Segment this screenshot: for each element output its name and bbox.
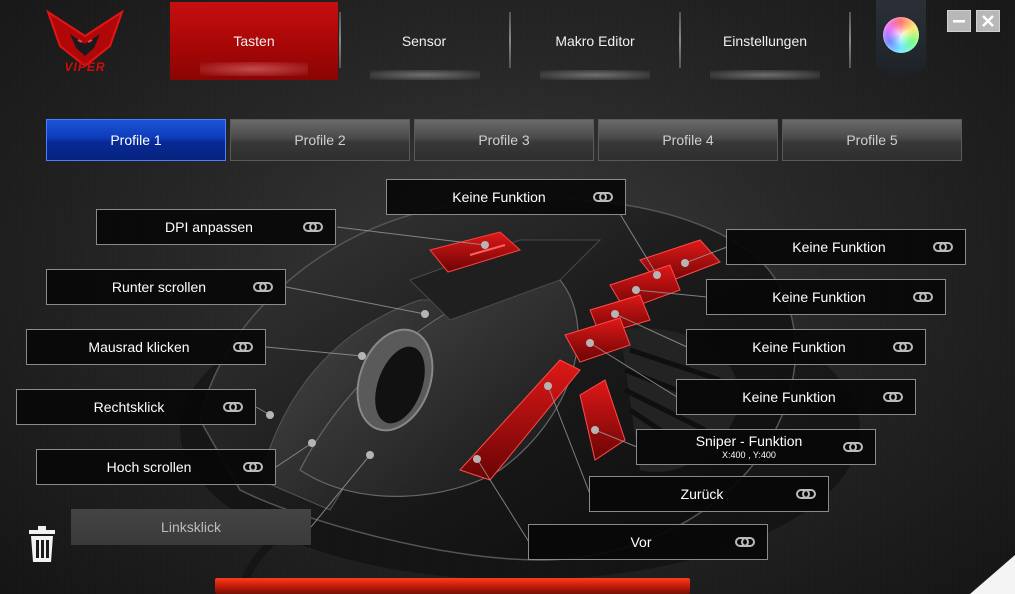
assignment-label: Linksklick: [161, 519, 221, 535]
button-sniper-assignment[interactable]: Sniper - Funktion X:400 , Y:400: [636, 429, 876, 465]
sniper-dpi-values: X:400 , Y:400: [722, 449, 776, 460]
assignment-label: Keine Funktion: [792, 238, 886, 255]
profile-label: Profile 3: [478, 132, 530, 148]
button-dpi-assignment[interactable]: DPI anpassen: [96, 209, 336, 245]
resize-corner[interactable]: [970, 555, 1015, 594]
assignment-label: Rechtsklick: [93, 398, 165, 415]
button-scroll-down-assignment[interactable]: Runter scrollen: [46, 269, 286, 305]
assignment-label: Zurück: [680, 485, 724, 502]
tab-glow: [540, 70, 650, 80]
link-icon: [253, 282, 273, 292]
button-side-1-assignment[interactable]: Keine Funktion: [726, 229, 966, 265]
tab-glow: [370, 70, 480, 80]
link-icon: [593, 192, 613, 202]
tab-label: Sensor: [401, 33, 447, 49]
sniper-label: Sniper - Funktion: [695, 432, 803, 449]
tab-label: Tasten: [233, 33, 275, 49]
button-wheel-click-assignment[interactable]: Mausrad klicken: [26, 329, 266, 365]
button-right-click-assignment[interactable]: Rechtsklick: [16, 389, 256, 425]
profile-label: Profile 5: [846, 132, 898, 148]
tab-glow: [710, 70, 820, 80]
tab-label: Makro Editor: [555, 33, 635, 49]
minimize-button[interactable]: [947, 10, 971, 32]
link-icon: [233, 342, 253, 352]
profile-label: Profile 4: [662, 132, 714, 148]
button-forward-assignment[interactable]: Vor: [528, 524, 768, 560]
tab-makro-editor[interactable]: Makro Editor: [511, 2, 679, 80]
button-side-3-assignment[interactable]: Keine Funktion: [686, 329, 926, 365]
close-icon: [982, 15, 994, 27]
button-side-4-assignment[interactable]: Keine Funktion: [676, 379, 916, 415]
assignment-label: Vor: [630, 533, 652, 550]
assignment-label: Keine Funktion: [742, 388, 836, 405]
link-icon: [893, 342, 913, 352]
assignment-label: Hoch scrollen: [106, 458, 192, 475]
link-icon: [913, 292, 933, 302]
assignment-label: DPI anpassen: [165, 218, 253, 235]
link-icon: [243, 462, 263, 472]
button-side-2-assignment[interactable]: Keine Funktion: [706, 279, 946, 315]
assignment-label: Keine Funktion: [772, 288, 866, 305]
app-window: VIPER Tasten Sensor Makro Editor Einstel…: [0, 0, 1015, 594]
link-icon: [735, 537, 755, 547]
bottom-red-bar: [215, 578, 690, 594]
profile-5-button[interactable]: Profile 5: [782, 119, 962, 161]
assignment-label: Mausrad klicken: [88, 338, 190, 355]
link-icon: [303, 222, 323, 232]
tab-divider: [849, 12, 851, 68]
trash-icon[interactable]: [27, 526, 57, 564]
tab-label: Einstellungen: [722, 33, 808, 49]
tab-tasten[interactable]: Tasten: [170, 2, 338, 80]
assignment-label: Runter scrollen: [111, 278, 207, 295]
profile-label: Profile 1: [110, 132, 162, 148]
button-back-assignment[interactable]: Zurück: [589, 476, 829, 512]
close-button[interactable]: [976, 10, 1000, 32]
link-icon: [933, 242, 953, 252]
profile-label: Profile 2: [294, 132, 346, 148]
link-icon: [843, 442, 863, 452]
tab-sensor[interactable]: Sensor: [340, 2, 508, 80]
tab-einstellungen[interactable]: Einstellungen: [681, 2, 849, 80]
profile-3-button[interactable]: Profile 3: [414, 119, 594, 161]
assignment-label: Sniper - Funktion X:400 , Y:400: [637, 434, 843, 460]
profile-2-button[interactable]: Profile 2: [230, 119, 410, 161]
profile-1-button[interactable]: Profile 1: [46, 119, 226, 161]
link-icon: [796, 489, 816, 499]
link-icon: [223, 402, 243, 412]
button-top-assignment[interactable]: Keine Funktion: [386, 179, 626, 215]
profile-4-button[interactable]: Profile 4: [598, 119, 778, 161]
color-wheel-icon[interactable]: [883, 17, 919, 53]
link-icon: [883, 392, 903, 402]
logo-text: VIPER: [64, 60, 106, 74]
button-left-click-assignment[interactable]: Linksklick: [71, 509, 311, 545]
top-navigation: VIPER Tasten Sensor Makro Editor Einstel…: [0, 0, 1015, 85]
assignment-label: Keine Funktion: [452, 188, 546, 205]
assignment-label: Keine Funktion: [752, 338, 846, 355]
minimize-icon: [953, 20, 965, 23]
button-scroll-up-assignment[interactable]: Hoch scrollen: [36, 449, 276, 485]
